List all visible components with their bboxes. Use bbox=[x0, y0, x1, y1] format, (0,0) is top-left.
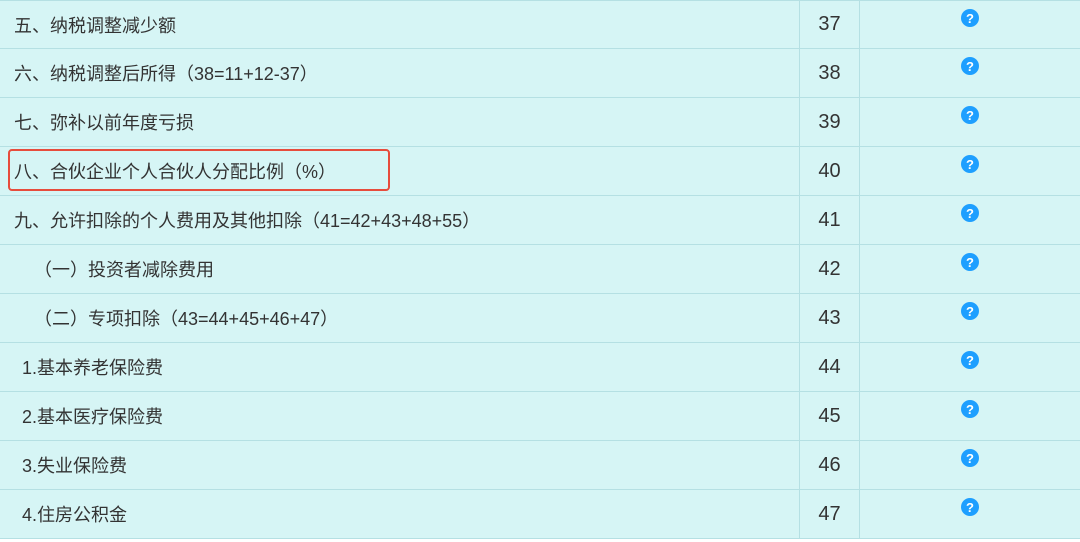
tax-form-table: 五、纳税调整减少额37?六、纳税调整后所得（38=11+12-37）38?七、弥… bbox=[0, 0, 1080, 539]
row-help-cell: ? bbox=[860, 98, 1080, 146]
table-row: 八、合伙企业个人合伙人分配比例（%） 40? bbox=[0, 147, 1080, 196]
row-label: 2.基本医疗保险费 bbox=[14, 403, 163, 429]
table-row: 1.基本养老保险费 44? bbox=[0, 343, 1080, 392]
table-row: （一）投资者减除费用 42? bbox=[0, 245, 1080, 294]
table-row: 3.失业保险费 46? bbox=[0, 441, 1080, 490]
row-number: 47 bbox=[800, 490, 860, 538]
table-row: 六、纳税调整后所得（38=11+12-37） 38? bbox=[0, 49, 1080, 98]
row-label: 五、纳税调整减少额 bbox=[14, 12, 176, 38]
row-help-cell: ? bbox=[860, 147, 1080, 195]
help-icon[interactable]: ? bbox=[961, 498, 979, 516]
row-help-cell: ? bbox=[860, 245, 1080, 293]
help-icon[interactable]: ? bbox=[961, 204, 979, 222]
table-row: 七、弥补以前年度亏损 39? bbox=[0, 98, 1080, 147]
row-label-cell: 3.失业保险费 bbox=[0, 441, 800, 489]
row-label: 1.基本养老保险费 bbox=[14, 354, 163, 380]
row-help-cell: ? bbox=[860, 441, 1080, 489]
row-label-cell: 4.住房公积金 bbox=[0, 490, 800, 538]
help-icon[interactable]: ? bbox=[961, 155, 979, 173]
row-label: 3.失业保险费 bbox=[14, 452, 127, 478]
row-label-cell: 2.基本医疗保险费 bbox=[0, 392, 800, 440]
row-help-cell: ? bbox=[860, 49, 1080, 97]
help-icon[interactable]: ? bbox=[961, 106, 979, 124]
row-label: （二）专项扣除（43=44+45+46+47） bbox=[14, 305, 338, 331]
row-number: 44 bbox=[800, 343, 860, 391]
row-number: 40 bbox=[800, 147, 860, 195]
row-number: 42 bbox=[800, 245, 860, 293]
row-help-cell: ? bbox=[860, 1, 1080, 48]
help-icon[interactable]: ? bbox=[961, 9, 979, 27]
table-row: 九、允许扣除的个人费用及其他扣除（41=42+43+48+55） 41? bbox=[0, 196, 1080, 245]
row-number: 37 bbox=[800, 1, 860, 48]
row-label: 六、纳税调整后所得（38=11+12-37） bbox=[14, 60, 318, 86]
row-label: 九、允许扣除的个人费用及其他扣除（41=42+43+48+55） bbox=[14, 207, 480, 233]
help-icon[interactable]: ? bbox=[961, 253, 979, 271]
row-help-cell: ? bbox=[860, 343, 1080, 391]
row-help-cell: ? bbox=[860, 196, 1080, 244]
row-number: 38 bbox=[800, 49, 860, 97]
row-help-cell: ? bbox=[860, 294, 1080, 342]
row-label-cell: 八、合伙企业个人合伙人分配比例（%） bbox=[0, 147, 800, 195]
table-row: 2.基本医疗保险费 45? bbox=[0, 392, 1080, 441]
help-icon[interactable]: ? bbox=[961, 57, 979, 75]
row-label: （一）投资者减除费用 bbox=[14, 256, 214, 282]
row-help-cell: ? bbox=[860, 392, 1080, 440]
row-label-cell: 九、允许扣除的个人费用及其他扣除（41=42+43+48+55） bbox=[0, 196, 800, 244]
help-icon[interactable]: ? bbox=[961, 449, 979, 467]
row-label: 八、合伙企业个人合伙人分配比例（%） bbox=[14, 158, 336, 184]
row-label: 七、弥补以前年度亏损 bbox=[14, 109, 194, 135]
table-row: 4.住房公积金 47? bbox=[0, 490, 1080, 539]
row-number: 39 bbox=[800, 98, 860, 146]
help-icon[interactable]: ? bbox=[961, 351, 979, 369]
row-label-cell: （二）专项扣除（43=44+45+46+47） bbox=[0, 294, 800, 342]
row-number: 43 bbox=[800, 294, 860, 342]
row-help-cell: ? bbox=[860, 490, 1080, 538]
row-number: 41 bbox=[800, 196, 860, 244]
row-label-cell: （一）投资者减除费用 bbox=[0, 245, 800, 293]
help-icon[interactable]: ? bbox=[961, 400, 979, 418]
row-label-cell: 六、纳税调整后所得（38=11+12-37） bbox=[0, 49, 800, 97]
row-label: 4.住房公积金 bbox=[14, 501, 127, 527]
row-number: 45 bbox=[800, 392, 860, 440]
table-row: 五、纳税调整减少额 37? bbox=[0, 0, 1080, 49]
row-number: 46 bbox=[800, 441, 860, 489]
table-row: （二）专项扣除（43=44+45+46+47） 43? bbox=[0, 294, 1080, 343]
row-label-cell: 七、弥补以前年度亏损 bbox=[0, 98, 800, 146]
help-icon[interactable]: ? bbox=[961, 302, 979, 320]
row-label-cell: 1.基本养老保险费 bbox=[0, 343, 800, 391]
row-label-cell: 五、纳税调整减少额 bbox=[0, 1, 800, 48]
